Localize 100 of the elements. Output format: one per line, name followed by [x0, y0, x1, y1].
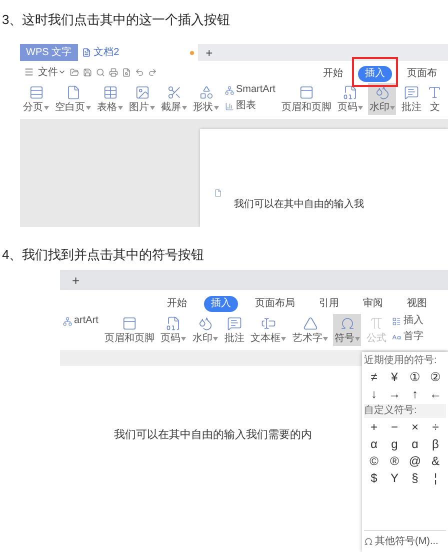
- symbol-cell[interactable]: −: [384, 418, 404, 435]
- symbol-cell[interactable]: ®: [384, 452, 404, 469]
- undo-icon[interactable]: [135, 68, 144, 76]
- omega-icon: [364, 537, 373, 546]
- ribbon-tool[interactable]: 页眉和页脚: [280, 83, 332, 115]
- ribbon-tool[interactable]: 符号: [333, 314, 362, 346]
- symbol-cell[interactable]: +: [364, 418, 384, 435]
- preview-icon[interactable]: [122, 68, 131, 76]
- document-icon: [82, 48, 91, 57]
- symbol-cell[interactable]: $: [364, 469, 384, 486]
- ribbon-tool[interactable]: 图表: [224, 99, 276, 113]
- ribbon-tool[interactable]: 截屏: [160, 83, 188, 115]
- ribbon-tool[interactable]: 图片: [128, 83, 156, 115]
- caret-icon: [213, 337, 218, 341]
- step-heading: 3、这时我们点击其中的这一个插入按钮: [1, 12, 232, 28]
- shapes-icon: [198, 85, 214, 100]
- printer-icon[interactable]: [109, 68, 118, 76]
- symbol-cell[interactable]: ↓: [364, 385, 384, 402]
- ribbon-tool[interactable]: 分页: [22, 83, 50, 115]
- symbol-cell[interactable]: ①: [405, 368, 425, 385]
- ribbon-tool[interactable]: 页眉和页脚: [103, 314, 156, 346]
- ribbon-tool[interactable]: 页码: [159, 314, 188, 346]
- ribbon-tool[interactable]: 批注: [400, 83, 422, 115]
- symbol-cell[interactable]: &: [426, 452, 446, 469]
- diagram-icon: [225, 86, 234, 94]
- ribbon-tab[interactable]: 引用: [312, 296, 346, 312]
- ribbon-tool[interactable]: 文本框: [249, 314, 288, 346]
- ribbon-tab[interactable]: 插入: [204, 296, 238, 312]
- caret-icon: [281, 337, 286, 341]
- symbol-cell[interactable]: Y: [384, 469, 404, 486]
- caret-icon: [44, 106, 49, 110]
- ribbon-tool[interactable]: 批注: [223, 314, 246, 346]
- folder-icon[interactable]: [70, 68, 79, 76]
- symbol-cell[interactable]: β: [426, 435, 446, 452]
- caret-icon: [150, 106, 155, 110]
- symbol-cell[interactable]: g: [384, 435, 404, 452]
- document-text: 我们可以在其中自由的输入我们需要的内: [114, 428, 312, 441]
- header-icon: [298, 85, 314, 100]
- ribbon-tool[interactable]: SmartArt: [224, 83, 276, 97]
- ribbon-tool[interactable]: 水印: [191, 314, 220, 346]
- symbol-cell[interactable]: ≠: [364, 368, 384, 385]
- symbol-cell[interactable]: ¥: [384, 368, 404, 385]
- ribbon-tool[interactable]: 文: [426, 83, 444, 115]
- ribbon-tool[interactable]: 艺术字: [291, 314, 330, 346]
- new-tab-button[interactable]: +: [60, 274, 92, 286]
- ribbon-tab[interactable]: 页面布: [400, 66, 444, 82]
- caret-icon: [358, 106, 364, 110]
- save-icon[interactable]: [83, 68, 92, 76]
- ribbon-tool[interactable]: artArt: [62, 314, 100, 328]
- redo-icon[interactable]: [148, 68, 157, 76]
- bar-chart-icon: [225, 102, 234, 110]
- ribbon-tool[interactable]: 插入: [391, 314, 424, 328]
- symbol-cell[interactable]: §: [405, 469, 425, 486]
- page-icon: [66, 85, 80, 100]
- new-tab-button[interactable]: +: [198, 44, 221, 61]
- section-title: 近期使用的符号:: [364, 354, 438, 368]
- letter-icon: [392, 332, 402, 342]
- document-text: 我们可以在其中自由的输入我: [234, 198, 364, 212]
- symbol-cell[interactable]: ɑ: [405, 435, 425, 452]
- page-number-icon: [342, 85, 358, 100]
- ribbon-tool[interactable]: 空白页: [54, 83, 92, 115]
- comment-icon: [226, 316, 242, 331]
- symbol-cell[interactable]: →: [384, 385, 404, 402]
- symbol-cell[interactable]: ¦: [426, 469, 446, 486]
- symbol-cell[interactable]: ←: [426, 385, 446, 402]
- ribbon-tab[interactable]: 视图: [400, 296, 434, 312]
- ribbon-tab[interactable]: 开始: [160, 296, 194, 312]
- ribbon-tool[interactable]: 水印: [368, 83, 396, 115]
- caret-icon: [86, 106, 91, 110]
- diagram-icon: [63, 316, 72, 326]
- search-icon[interactable]: [96, 68, 105, 76]
- triangle-icon: [302, 316, 318, 331]
- comment-icon: [404, 85, 419, 100]
- ribbon-tab[interactable]: 页面布局: [248, 296, 302, 312]
- ribbon-tool[interactable]: 表格: [96, 83, 124, 115]
- symbol-cell[interactable]: ×: [405, 418, 425, 435]
- file-menu[interactable]: 文件: [38, 64, 66, 80]
- list-icon: [392, 316, 402, 326]
- ribbon-tool[interactable]: 首字: [391, 330, 424, 344]
- ribbon-tool[interactable]: 页码: [336, 83, 364, 115]
- symbol-cell[interactable]: @: [405, 452, 425, 469]
- menu-icon[interactable]: [24, 67, 34, 77]
- symbol-cell[interactable]: ↑: [405, 385, 425, 402]
- symbol-cell[interactable]: ÷: [426, 418, 446, 435]
- omega-icon: [340, 316, 355, 331]
- symbol-cell[interactable]: ②: [426, 368, 446, 385]
- caret-icon: [181, 337, 186, 341]
- caret-icon: [182, 106, 187, 110]
- symbol-cell[interactable]: ©: [364, 452, 384, 469]
- ribbon-tab[interactable]: 开始: [316, 66, 350, 82]
- more-symbols-button[interactable]: 其他符号(M)...: [364, 530, 446, 552]
- header-icon: [122, 316, 137, 331]
- document-tab[interactable]: 文档2: [78, 44, 198, 61]
- step-heading: 4、我们找到并点击其中的符号按钮: [1, 247, 206, 263]
- ribbon-tool[interactable]: 形状: [192, 83, 220, 115]
- chevron-down-icon: [58, 68, 66, 76]
- ribbon-tab[interactable]: 插入: [358, 66, 392, 82]
- symbol-cell[interactable]: α: [364, 435, 384, 452]
- ribbon-tab[interactable]: 审阅: [356, 296, 390, 312]
- pi-icon: [368, 316, 384, 331]
